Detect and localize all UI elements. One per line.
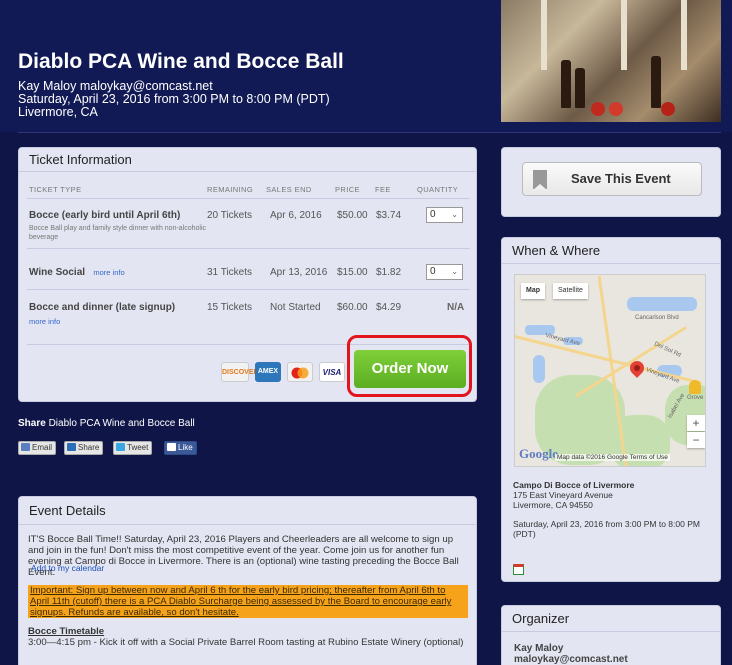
event-datetime: Saturday, April 23, 2016 from 3:00 PM to… [513,519,700,539]
ticket-description: Bocce Ball play and family style dinner … [29,225,207,241]
map-tab-map[interactable]: Map [521,283,545,299]
quantity-select[interactable]: 0 ⌄ [426,264,463,280]
header-ticket-type: TICKET TYPE [29,185,82,194]
share-email-button[interactable]: Email [18,441,57,455]
quantity-value: 0 [430,209,436,220]
quantity-select[interactable]: 0 ⌄ [426,207,463,223]
zoom-out-button[interactable]: − [687,432,705,448]
timetable-line: 3:00—4:15 pm - Kick it off with a Social… [28,637,464,648]
organizer-name: Kay Maloy [514,643,564,654]
pegman-icon[interactable] [689,380,701,394]
timetable-title: Bocce Timetable [28,626,105,637]
zoom-in-button[interactable]: + [687,415,705,431]
map-street-label: Cancarlson Blvd [635,315,679,321]
ticket-remaining: 15 Tickets [207,302,253,313]
location-line: Livermore, CA [18,105,98,119]
map-footer: Map data ©2016 Google Terms of Use [555,454,670,461]
more-info-link[interactable]: more info [93,268,124,277]
details-panel-title: Event Details [19,497,476,525]
details-important-note: Important: Sign up between now and April… [28,585,468,618]
row-divider [27,248,470,249]
share-linkedin-button[interactable]: Share [64,441,104,455]
date-line: Saturday, April 23, 2016 from 3:00 PM to… [18,92,330,106]
bookmark-icon [533,170,547,190]
order-now-button[interactable]: Order Now [354,350,466,388]
share-icon [67,443,76,451]
organizer-title: Organizer [502,606,720,632]
event-title: Diablo PCA Wine and Bocce Ball [18,50,344,73]
share-heading: Share Diablo PCA Wine and Bocce Ball [18,418,195,429]
ticket-name-text: Wine Social [29,267,86,278]
map-area-label: Grove [687,395,704,401]
calendar-icon[interactable] [513,564,524,575]
share-label: Share [18,418,46,429]
google-logo: Google [519,446,558,461]
chevron-down-icon: ⌄ [451,210,458,219]
venue-address-line1: 175 East Vineyard Avenue [513,490,613,500]
ticket-remaining: 31 Tickets [207,267,253,278]
share-share-label: Share [78,443,100,452]
ticket-name: Bocce and dinner (late signup) [29,302,176,313]
facebook-like-button[interactable]: Like [164,441,197,455]
ticket-fee: $4.29 [376,302,402,313]
ticket-panel-title: Ticket Information [19,148,476,172]
more-info-link[interactable]: more info [29,317,209,326]
share-email-label: Email [32,443,53,452]
header-divider [18,132,721,133]
ticket-fee: $3.74 [376,210,402,221]
ticket-name: Wine Social more info [29,267,125,278]
map-tab-satellite[interactable]: Satellite [553,283,588,299]
ticket-sales-end: Apr 13, 2016 [270,267,328,278]
facebook-icon [167,443,176,451]
venue-address-line2: Livermore, CA 94550 [513,500,593,510]
ticket-remaining: 20 Tickets [207,210,253,221]
chevron-down-icon: ⌄ [451,267,458,276]
ticket-price: $60.00 [337,302,368,313]
twitter-bird-icon [116,443,125,451]
venue-name: Campo Di Bocce of Livermore [513,480,635,490]
quantity-na: N/A [447,302,465,313]
location-map[interactable]: Map Satellite Cancarlson Blvd Vineyard A… [514,274,706,467]
organizer-line: Kay Maloy maloykay@comcast.net [18,79,213,93]
save-event-label: Save This Event [571,171,671,186]
visa-card-icon: VISA [319,362,345,382]
header-fee: FEE [375,185,391,194]
ticket-fee: $1.82 [376,267,402,278]
map-street-label: Del Sol Rd [653,341,682,359]
ticket-name: Bocce (early bird until April 6th) [29,210,181,221]
quantity-value: 0 [430,266,436,277]
row-divider [27,198,470,199]
share-event-name: Diablo PCA Wine and Bocce Ball [48,418,195,429]
share-tweet-button[interactable]: Tweet [113,441,153,455]
share-like-label: Like [178,443,193,452]
ticket-price: $50.00 [337,210,368,221]
save-event-panel: Save This Event [501,147,721,217]
amex-card-icon: AMEX [255,362,281,382]
add-to-calendar-link[interactable]: Add to my calendar [31,563,104,573]
when-where-title: When & Where [502,238,720,264]
header-price: PRICE [335,185,360,194]
discover-card-icon: DISCOVER [221,362,259,382]
organizer-email[interactable]: maloykay@comcast.net [514,654,628,665]
organizer-panel: Organizer Kay Maloy maloykay@comcast.net [501,605,721,665]
ticket-sales-end: Apr 6, 2016 [270,210,322,221]
ticket-price: $15.00 [337,267,368,278]
ticket-sales-end: Not Started [270,302,321,313]
header-quantity: QUANTITY [417,185,459,194]
row-divider [27,289,470,290]
share-tweet-label: Tweet [127,443,149,452]
header-remaining: REMAINING [207,185,254,194]
email-icon [21,443,30,451]
save-event-button[interactable]: Save This Event [522,162,702,196]
event-image [501,0,721,122]
mastercard-icon [287,362,313,382]
header-sales-end: SALES END [266,185,312,194]
